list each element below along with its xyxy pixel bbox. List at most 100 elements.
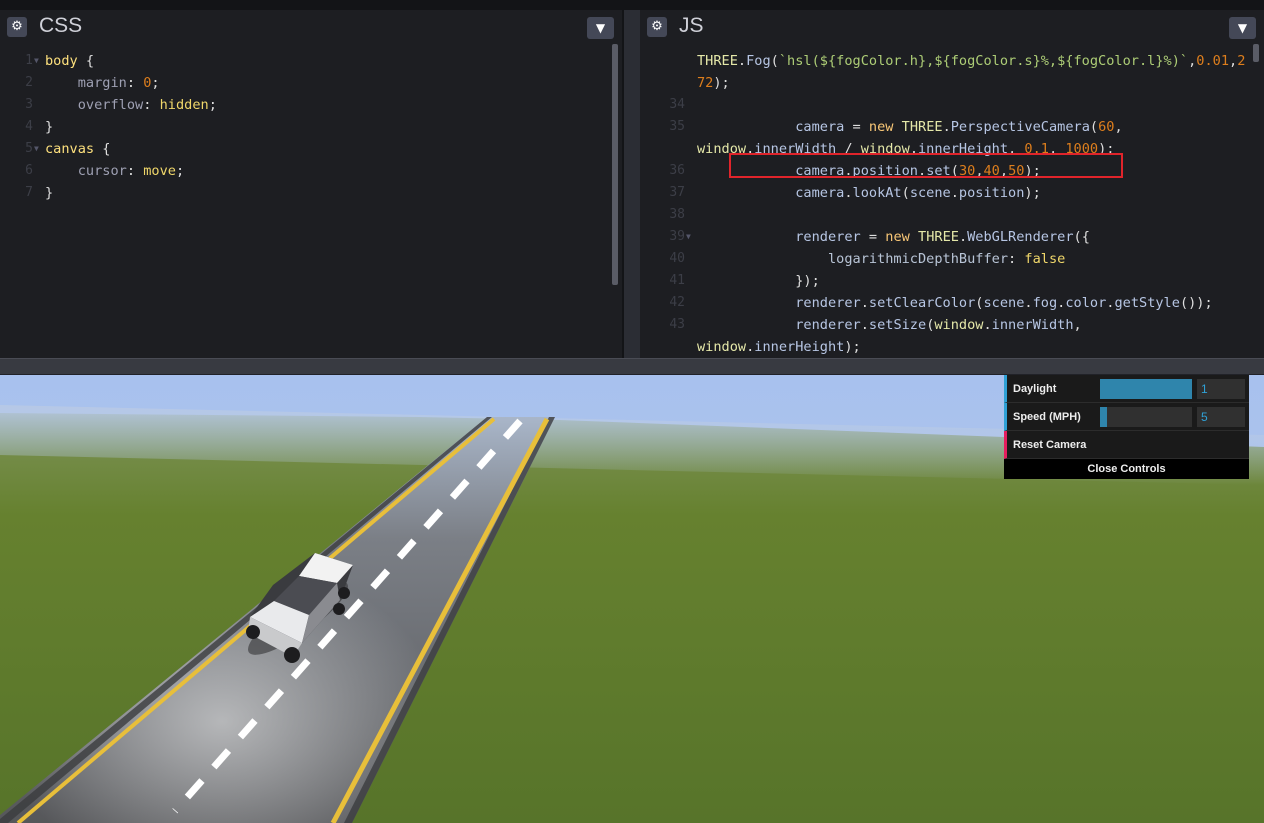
code-token: , bbox=[1073, 317, 1082, 333]
code-token: getStyle bbox=[1114, 295, 1180, 311]
code-line: 43 renderer.setSize(window.innerWidth, bbox=[640, 314, 1264, 336]
daylight-value-input[interactable]: 1 bbox=[1197, 379, 1245, 399]
code-line: 38 bbox=[640, 204, 1264, 226]
code-token: scene bbox=[983, 295, 1025, 311]
code-token: ; bbox=[151, 75, 160, 91]
code-token: . bbox=[958, 229, 968, 245]
line-number: 35 bbox=[669, 119, 685, 134]
css-pane-title: CSS bbox=[39, 14, 83, 37]
code-line: THREE.Fog(`hsl(${fogColor.h},${fogColor.… bbox=[640, 50, 1264, 72]
code-token: canvas bbox=[45, 141, 95, 157]
speed-slider-fill bbox=[1100, 407, 1108, 427]
code-line: 1 ▼ body { bbox=[0, 50, 622, 72]
css-scrollbar[interactable] bbox=[612, 44, 618, 285]
code-text: window.innerHeight); bbox=[697, 336, 861, 358]
code-token: = bbox=[844, 119, 869, 135]
code-token: ( bbox=[1089, 119, 1099, 135]
code-token: THREE bbox=[901, 119, 943, 135]
code-token: move bbox=[143, 163, 176, 179]
code-token: `hsl(${fogColor.h},${fogColor.s}%,${fogC… bbox=[778, 53, 1189, 69]
code-line: 3 overflow: hidden; bbox=[0, 94, 622, 116]
code-token: hidden bbox=[159, 97, 209, 113]
code-text: camera = new THREE.PerspectiveCamera(60, bbox=[697, 116, 1122, 138]
pane-resize-divider[interactable] bbox=[622, 10, 640, 358]
code-token: } bbox=[45, 185, 54, 201]
line-number: 43 bbox=[669, 317, 685, 332]
code-token: ()); bbox=[1179, 295, 1213, 311]
code-text: body { bbox=[45, 50, 94, 72]
editor-preview-resize-bar[interactable] bbox=[0, 358, 1264, 375]
code-token: lookAt bbox=[852, 185, 902, 201]
code-line: 37 camera.lookAt(scene.position); bbox=[640, 182, 1264, 204]
code-token: { bbox=[77, 53, 95, 69]
code-line: 72); bbox=[640, 72, 1264, 94]
js-pane-header: ⚙ JS ▼ bbox=[640, 10, 1264, 44]
js-scrollbar[interactable] bbox=[1253, 44, 1259, 62]
code-line: 34 bbox=[640, 94, 1264, 116]
code-token: ( bbox=[770, 53, 779, 69]
code-token: : bbox=[143, 97, 160, 113]
code-token: . bbox=[1024, 295, 1033, 311]
code-token: setClearColor bbox=[868, 295, 976, 311]
code-token: body bbox=[45, 53, 78, 69]
line-number: 42 bbox=[669, 295, 685, 310]
code-token: = bbox=[860, 229, 886, 245]
code-token: . bbox=[737, 53, 747, 69]
code-token: setSize bbox=[868, 317, 927, 333]
code-line: 35 camera = new THREE.PerspectiveCamera(… bbox=[640, 116, 1264, 138]
code-text: camera.lookAt(scene.position); bbox=[697, 182, 1041, 204]
code-token: { bbox=[94, 141, 111, 157]
speed-value-input[interactable]: 5 bbox=[1197, 407, 1245, 427]
code-token: cursor bbox=[77, 163, 127, 179]
code-text: renderer.setClearColor(scene.fog.color.g… bbox=[697, 292, 1213, 314]
code-line: 5 ▼ canvas { bbox=[0, 138, 622, 160]
fold-arrow-icon[interactable]: ▼ bbox=[34, 50, 39, 72]
close-controls-button[interactable]: Close Controls bbox=[1004, 459, 1249, 479]
daylight-slider-fill bbox=[1100, 379, 1192, 399]
daylight-control: Daylight 1 bbox=[1004, 375, 1249, 403]
top-strip bbox=[0, 0, 1264, 10]
code-token: innerHeight bbox=[754, 339, 845, 355]
code-token: ( bbox=[901, 185, 910, 201]
code-token: new bbox=[885, 229, 910, 245]
fold-arrow-icon[interactable]: ▼ bbox=[34, 138, 39, 160]
line-number: 34 bbox=[669, 97, 685, 112]
code-token: false bbox=[1024, 251, 1066, 267]
css-pane-collapse-chevron-down-icon[interactable]: ▼ bbox=[587, 17, 614, 39]
code-token: position bbox=[958, 185, 1025, 201]
code-line: 41 }); bbox=[640, 270, 1264, 292]
dat-gui-controls: Daylight 1 Speed (MPH) 5 Reset Camera Cl… bbox=[1004, 375, 1249, 479]
daylight-slider[interactable] bbox=[1100, 379, 1192, 399]
css-settings-gear-icon[interactable]: ⚙ bbox=[7, 17, 27, 37]
js-pane-collapse-chevron-down-icon[interactable]: ▼ bbox=[1229, 17, 1256, 39]
speed-slider[interactable] bbox=[1100, 407, 1192, 427]
code-text: renderer.setSize(window.innerWidth, bbox=[697, 314, 1082, 336]
js-settings-gear-icon[interactable]: ⚙ bbox=[647, 17, 667, 37]
camera-position-highlight-box bbox=[729, 153, 1123, 178]
code-token: 60 bbox=[1098, 119, 1115, 135]
line-number: 39 bbox=[669, 229, 685, 244]
code-token: WebGLRenderer bbox=[967, 229, 1074, 245]
code-text: overflow: hidden; bbox=[45, 94, 217, 116]
code-token: color bbox=[1065, 295, 1107, 311]
code-line: 7} bbox=[0, 182, 622, 204]
fold-arrow-icon[interactable]: ▼ bbox=[686, 226, 691, 248]
code-text: logarithmicDepthBuffer: false bbox=[697, 248, 1065, 270]
css-editor-pane: ⚙ CSS ▼ 1 ▼ body {2 margin: 0; 3 overflow: … bbox=[0, 10, 622, 358]
line-number: 38 bbox=[669, 207, 685, 222]
code-token: . bbox=[942, 119, 951, 135]
code-token: margin bbox=[77, 75, 127, 91]
code-token: renderer bbox=[795, 317, 861, 333]
reset-camera-button[interactable]: Reset Camera bbox=[1004, 431, 1249, 459]
line-number: 4 bbox=[25, 119, 33, 134]
code-token: 72 bbox=[697, 75, 714, 91]
speed-label: Speed (MPH) bbox=[1013, 411, 1081, 423]
code-text: THREE.Fog(`hsl(${fogColor.h},${fogColor.… bbox=[697, 50, 1245, 72]
